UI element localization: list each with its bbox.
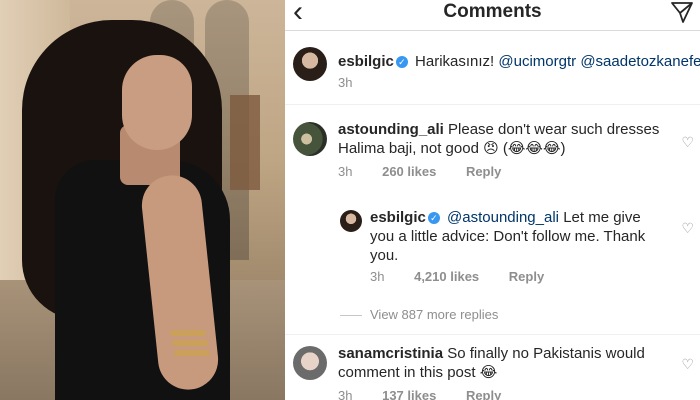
comment-meta: 3h 4,210 likes Reply bbox=[370, 269, 570, 284]
comment-time: 3h bbox=[338, 75, 353, 90]
mention-link[interactable]: @ucimorgtr bbox=[498, 53, 576, 70]
comment-body: So finally no Pakistanis would bbox=[447, 345, 645, 362]
reply-button[interactable]: Reply bbox=[466, 164, 501, 179]
verified-badge-icon: ✓ bbox=[427, 212, 440, 224]
top-bar: ‹ Comments bbox=[285, 0, 700, 31]
like-heart-icon[interactable]: ♡ bbox=[681, 220, 694, 237]
like-heart-icon[interactable]: ♡ bbox=[681, 134, 694, 151]
photo-bracelet bbox=[170, 330, 206, 336]
comment-text: sanamcristinia So finally no Pakistanis … bbox=[338, 344, 668, 382]
username[interactable]: astounding_ali bbox=[338, 121, 444, 138]
view-more-label: View 887 more replies bbox=[370, 307, 499, 322]
likes-count[interactable]: 137 likes bbox=[382, 388, 436, 400]
view-more-line bbox=[340, 315, 362, 317]
divider bbox=[285, 334, 700, 335]
page-title: Comments bbox=[443, 1, 542, 22]
comment-body: you. bbox=[370, 247, 399, 264]
comment-meta: 3h 137 likes Reply bbox=[338, 388, 527, 400]
comment-body: Please don't wear such dresses bbox=[448, 121, 660, 138]
comment-meta: 3h 260 likes Reply bbox=[338, 164, 527, 179]
mention-link[interactable]: @astounding_ali bbox=[447, 209, 559, 226]
avatar[interactable] bbox=[293, 47, 327, 81]
view-more-replies-button[interactable]: View 887 more replies bbox=[340, 307, 498, 322]
comment-text: esbilgic ✓ Harikasınız! @ucimorgtr @saade… bbox=[338, 52, 700, 71]
comment-body: comment in this post 😂 bbox=[338, 364, 498, 381]
divider bbox=[285, 104, 700, 105]
comment-body: you a little advice: Don't follow me. Th… bbox=[370, 228, 646, 245]
photo-face bbox=[122, 55, 192, 150]
likes-count[interactable]: 260 likes bbox=[382, 164, 436, 179]
paper-plane-icon[interactable] bbox=[670, 0, 694, 24]
photo-door bbox=[230, 95, 260, 190]
comments-panel: ‹ Comments esbilgic ✓ Harikasınız! @ucimo… bbox=[285, 0, 700, 400]
mention-link[interactable]: @saadetozkanefe bbox=[580, 53, 700, 70]
verified-badge-icon: ✓ bbox=[395, 56, 408, 68]
photo-bracelet bbox=[172, 340, 208, 346]
username[interactable]: sanamcristinia bbox=[338, 345, 443, 362]
comment-time: 3h bbox=[338, 388, 353, 400]
avatar[interactable] bbox=[340, 210, 362, 232]
comment-body: Harikasınız! bbox=[415, 53, 495, 70]
username[interactable]: esbilgic bbox=[338, 53, 394, 70]
reply-button[interactable]: Reply bbox=[466, 388, 501, 400]
comment-meta: 3h bbox=[338, 75, 378, 90]
comment-text: astounding_ali Please don't wear such dr… bbox=[338, 120, 668, 158]
comment-time: 3h bbox=[370, 269, 385, 284]
comment-body: Let me give bbox=[563, 209, 641, 226]
comment-body: Halima baji, not good 😠 (😂😂😂) bbox=[338, 140, 566, 157]
avatar[interactable] bbox=[293, 346, 327, 380]
username[interactable]: esbilgic bbox=[370, 209, 426, 226]
photo-bracelet bbox=[174, 350, 210, 356]
like-heart-icon[interactable]: ♡ bbox=[681, 356, 694, 373]
avatar[interactable] bbox=[293, 122, 327, 156]
comment-time: 3h bbox=[338, 164, 353, 179]
likes-count[interactable]: 4,210 likes bbox=[414, 269, 479, 284]
post-photo bbox=[0, 0, 285, 400]
comment-text: esbilgic ✓ @astounding_ali Let me give yo… bbox=[370, 208, 670, 265]
reply-button[interactable]: Reply bbox=[509, 269, 544, 284]
